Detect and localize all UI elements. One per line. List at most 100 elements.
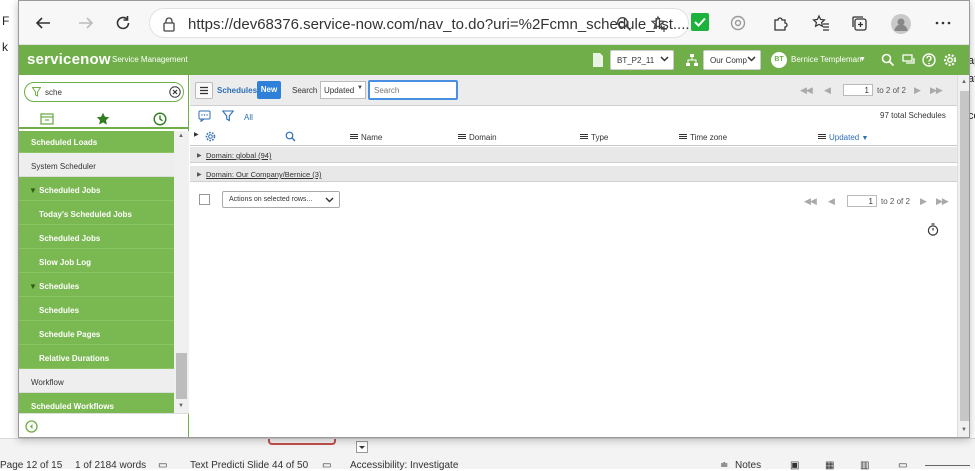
collapse-navigator-icon[interactable] (25, 420, 38, 433)
proofing-icon[interactable]: ▭ (158, 460, 167, 471)
scroll-down-icon[interactable]: ▼ (178, 403, 184, 409)
nav-item[interactable]: Schedules (19, 297, 174, 321)
select-all-checkbox[interactable] (199, 194, 210, 205)
collections-icon[interactable] (847, 11, 871, 35)
page-number-input[interactable]: 1 (847, 195, 877, 207)
column-header-name[interactable]: Name (350, 133, 382, 142)
navigator-scroll-thumb[interactable] (176, 353, 187, 399)
column-search-icon[interactable] (285, 131, 296, 142)
list-context-menu-button[interactable] (195, 82, 213, 99)
user-menu-caret-icon[interactable]: ▼ (859, 56, 866, 63)
nav-item[interactable]: Scheduled Loads (19, 131, 174, 153)
page-number-input[interactable]: 1 (843, 84, 873, 96)
accessibility-status[interactable]: Accessibility: Investigate (350, 460, 458, 471)
group-label[interactable]: Domain: Our Company/Bernice (3) (206, 170, 321, 179)
lock-icon[interactable] (162, 16, 176, 32)
activity-stream-icon[interactable] (198, 110, 211, 122)
list-scroll-thumb[interactable] (960, 91, 969, 421)
settings-gear-icon[interactable] (943, 53, 957, 67)
expanded-caret-icon[interactable]: ▼ (29, 186, 39, 195)
clear-filter-icon[interactable] (169, 86, 181, 98)
favorite-add-icon[interactable] (650, 15, 668, 33)
nav-item[interactable]: Relative Durations (19, 345, 174, 369)
nav-item[interactable]: Scheduled Jobs (19, 225, 174, 249)
nav-item[interactable]: Slow Job Log (19, 249, 174, 273)
slide-sorter-icon[interactable]: ▦ (825, 460, 834, 471)
search-field-select[interactable]: Updated ▼ (320, 81, 366, 99)
previous-page-icon[interactable]: ◀ (828, 196, 835, 207)
text-prediction[interactable]: Text Predicti (190, 460, 244, 471)
expand-caret-icon[interactable]: ▶ (194, 131, 199, 138)
group-label[interactable]: Domain: global (94) (206, 151, 271, 160)
nav-item[interactable]: Workflow (19, 369, 174, 393)
column-menu-icon[interactable] (818, 134, 826, 139)
connect-chat-icon[interactable] (902, 53, 916, 67)
personalize-list-gear-icon[interactable] (205, 131, 216, 142)
checkmark-extension-icon[interactable] (691, 13, 709, 31)
group-row[interactable]: ▶ Domain: global (94) (190, 147, 957, 163)
puzzle-extensions-icon[interactable] (769, 11, 793, 35)
column-header-timezone[interactable]: Time zone (679, 133, 727, 142)
nav-item[interactable]: Schedule Pages (19, 321, 174, 345)
back-icon[interactable] (31, 11, 55, 35)
column-header-domain[interactable]: Domain (458, 133, 497, 142)
scroll-up-icon[interactable]: ▲ (961, 79, 967, 85)
navigator-filter-input[interactable]: sche (24, 82, 184, 102)
nav-item[interactable]: Scheduled Workflows (19, 393, 174, 413)
profile-avatar[interactable] (891, 14, 911, 34)
column-menu-icon[interactable] (679, 134, 687, 139)
actions-on-selected-rows-select[interactable]: Actions on selected rows... (222, 191, 340, 208)
search-input[interactable] (368, 80, 458, 100)
scroll-up-icon[interactable]: ▲ (178, 133, 184, 139)
column-header-updated[interactable]: Updated ▼ (818, 133, 868, 142)
response-time-stopwatch-icon[interactable] (927, 223, 939, 236)
domain-picker[interactable]: Our Comp (703, 50, 761, 70)
update-set-picker[interactable]: BT_P2_11 (610, 50, 674, 70)
navigator-scrollbar[interactable]: ▲ ▼ (174, 131, 189, 413)
search-icon[interactable] (881, 53, 895, 67)
expand-group-icon[interactable]: ▶ (197, 171, 202, 178)
favorites-star-icon[interactable] (96, 112, 110, 126)
nav-item[interactable]: ▼ Scheduled Jobs (19, 177, 174, 201)
more-options-icon[interactable] (931, 11, 955, 35)
column-menu-icon[interactable] (580, 134, 588, 139)
chevron-down-icon[interactable] (356, 441, 368, 453)
next-page-icon[interactable]: ▶ (920, 196, 927, 207)
previous-page-icon[interactable]: ◀ (824, 85, 831, 96)
slideshow-icon[interactable]: ▭ (898, 460, 907, 471)
nav-item[interactable]: ▼ Schedules (19, 273, 174, 297)
notes-icon[interactable]: ≐ (720, 460, 728, 471)
refresh-icon[interactable] (111, 11, 135, 35)
url-text[interactable]: https://dev68376.service-now.com/nav_to.… (188, 16, 690, 33)
breadcrumb-all[interactable]: All (244, 113, 253, 122)
nav-item[interactable]: System Scheduler (19, 153, 174, 177)
last-page-icon[interactable]: ▶▶ (936, 196, 949, 207)
normal-view-icon[interactable]: ▣ (790, 460, 799, 471)
notes-button[interactable]: Notes (735, 460, 761, 471)
user-menu[interactable]: Bernice Templeman (791, 55, 862, 64)
extension-icon[interactable] (726, 11, 750, 35)
last-page-icon[interactable]: ▶▶ (930, 85, 943, 96)
help-icon[interactable] (922, 53, 936, 67)
column-menu-icon[interactable] (350, 134, 358, 139)
column-menu-icon[interactable] (458, 134, 466, 139)
spelling-icon[interactable]: ▭ (322, 460, 331, 471)
history-clock-icon[interactable] (153, 112, 167, 126)
column-header-type[interactable]: Type (580, 133, 608, 142)
all-apps-tab-icon[interactable] (40, 112, 54, 126)
zoom-slider[interactable] (925, 465, 970, 466)
list-scrollbar[interactable]: ▲ ▼ (957, 75, 969, 437)
scroll-down-icon[interactable]: ▼ (961, 427, 967, 433)
expanded-caret-icon[interactable]: ▼ (29, 282, 39, 291)
filter-funnel-icon[interactable] (222, 110, 234, 122)
new-button[interactable]: New (257, 81, 281, 99)
favorites-icon[interactable] (809, 11, 833, 35)
user-avatar[interactable]: BT (771, 52, 787, 68)
group-row[interactable]: ▶ Domain: Our Company/Bernice (3) (190, 166, 957, 182)
first-page-icon[interactable]: ◀◀ (804, 196, 817, 207)
servicenow-logo[interactable]: servicenow (27, 51, 111, 68)
zoom-icon[interactable] (616, 16, 632, 32)
next-page-icon[interactable]: ▶ (914, 85, 921, 96)
nav-item[interactable]: Today's Scheduled Jobs (19, 201, 174, 225)
expand-group-icon[interactable]: ▶ (197, 152, 202, 159)
